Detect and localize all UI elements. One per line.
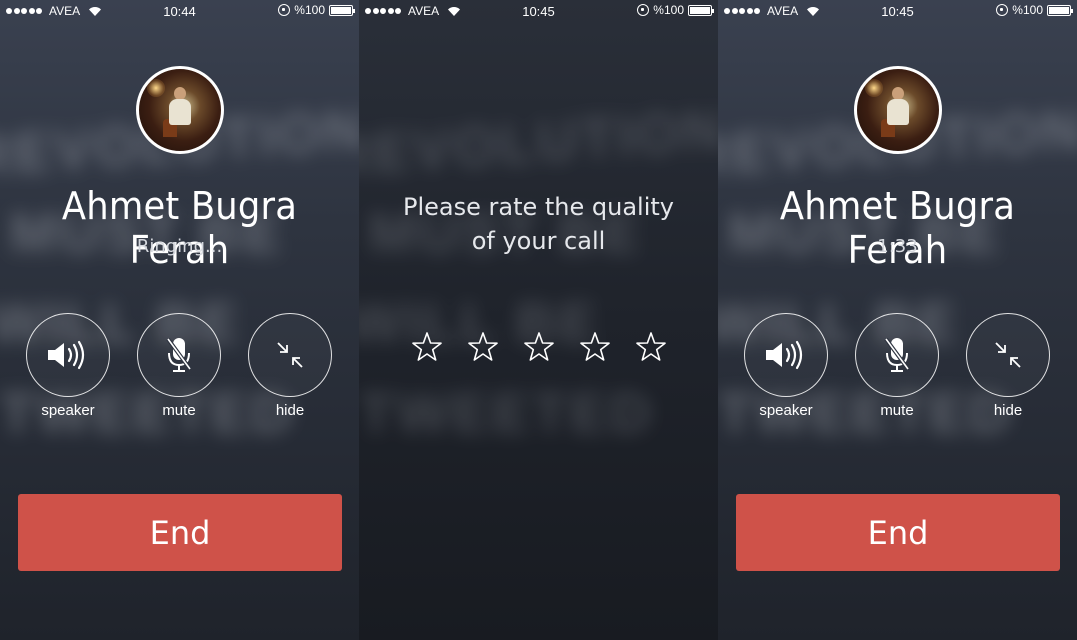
collapse-arrows-icon	[995, 342, 1021, 368]
call-status: Ringing...	[136, 236, 223, 257]
star-1-icon[interactable]	[410, 330, 444, 364]
mute-button[interactable]: mute	[137, 313, 221, 419]
speaker-icon	[766, 340, 803, 370]
star-2-icon[interactable]	[466, 330, 500, 364]
blurred-background: REVOLUTION MUST BE WILL BE TWEETED	[359, 97, 718, 444]
hide-label: hide	[275, 402, 305, 419]
hide-button[interactable]: hide	[248, 313, 332, 419]
contact-name: Ahmet Bugra Ferah	[61, 184, 298, 272]
avatar	[854, 66, 942, 154]
mute-label: mute	[880, 402, 914, 419]
speaker-icon	[48, 340, 85, 370]
rotation-lock-icon	[996, 4, 1009, 16]
status-bar: AVEA 10:45 %100	[359, 0, 718, 22]
speaker-button[interactable]: speaker	[26, 313, 110, 419]
end-call-button[interactable]: End	[18, 494, 342, 571]
status-bar: AVEA 10:45 %100	[718, 0, 1077, 22]
contact-name: Ahmet Bugra Ferah	[779, 184, 1016, 272]
hide-button[interactable]: hide	[966, 313, 1050, 419]
rating-prompt: Please rate the quality of your call	[359, 190, 718, 258]
call-screen-ringing: REVOLUTION MUST BE WILL BE TWEETED AVEA …	[0, 0, 359, 640]
star-5-icon[interactable]	[634, 330, 668, 364]
speaker-label: speaker	[41, 402, 95, 419]
call-screen-connected: REVOLUTION MUST BE WILL BE TWEETED AVEA …	[718, 0, 1077, 640]
mute-label: mute	[162, 402, 196, 419]
star-4-icon[interactable]	[578, 330, 612, 364]
battery-icon	[688, 4, 714, 16]
rating-prompt-line-1: Please rate the quality	[402, 193, 674, 221]
battery-percent: %100	[653, 3, 684, 17]
rotation-lock-icon	[637, 4, 650, 16]
call-duration: 1:33	[877, 236, 918, 257]
hide-label: hide	[993, 402, 1023, 419]
mute-button[interactable]: mute	[855, 313, 939, 419]
rating-prompt-line-2: of your call	[471, 227, 606, 255]
battery-percent: %100	[1012, 3, 1043, 17]
collapse-arrows-icon	[277, 342, 303, 368]
call-rating-screen: REVOLUTION MUST BE WILL BE TWEETED AVEA …	[359, 0, 718, 640]
mute-microphone-icon	[884, 337, 910, 372]
star-rating	[359, 330, 718, 364]
speaker-button[interactable]: speaker	[744, 313, 828, 419]
status-bar: AVEA 10:44 %100	[0, 0, 359, 22]
battery-icon	[1047, 4, 1073, 16]
mute-microphone-icon	[166, 337, 192, 372]
end-call-button[interactable]: End	[736, 494, 1060, 571]
rotation-lock-icon	[278, 4, 291, 16]
speaker-label: speaker	[759, 402, 813, 419]
star-3-icon[interactable]	[522, 330, 556, 364]
battery-icon	[329, 4, 355, 16]
avatar	[136, 66, 224, 154]
battery-percent: %100	[294, 3, 325, 17]
